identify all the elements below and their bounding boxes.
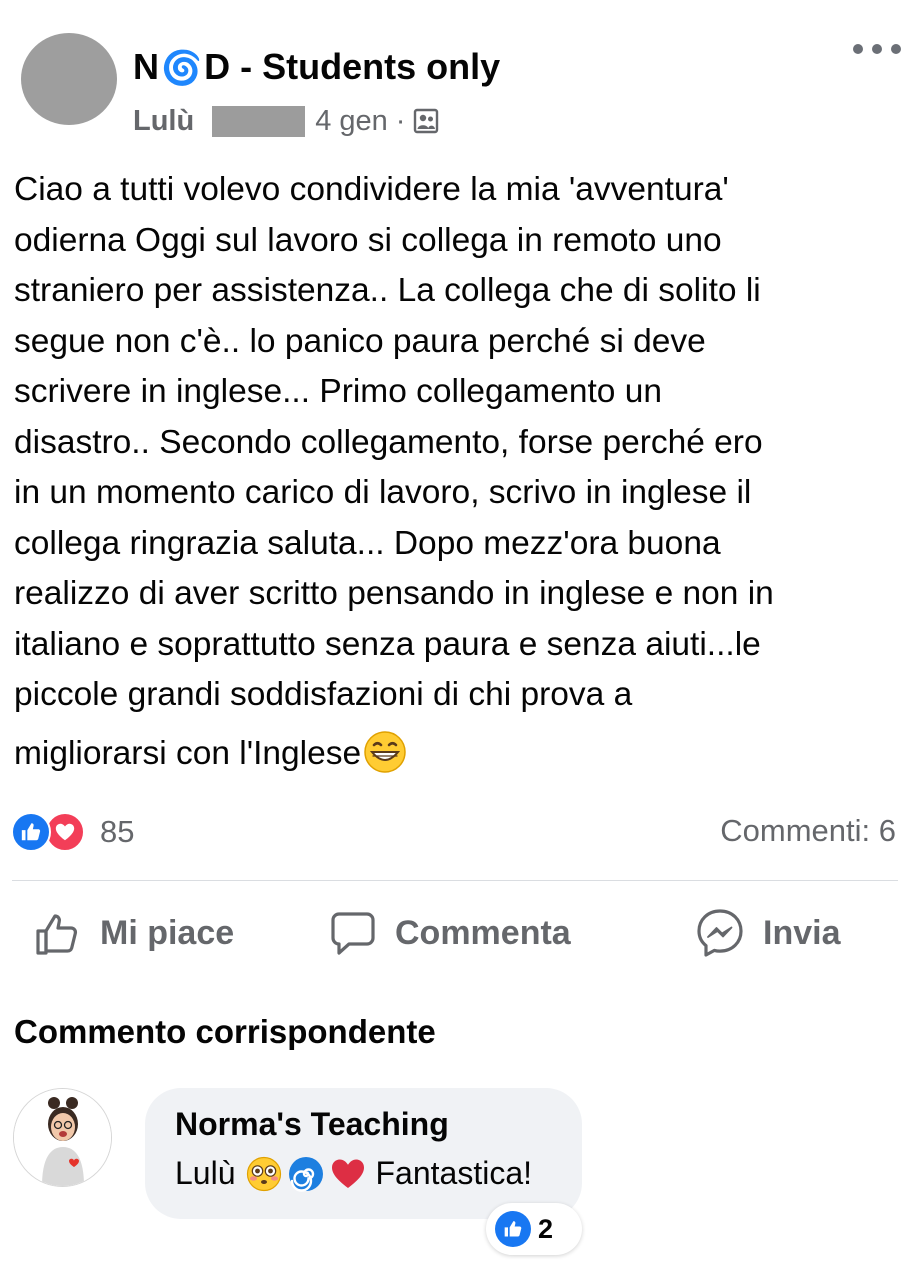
- reactions-summary[interactable]: 85: [11, 810, 134, 854]
- post-text-line: segue non c'è.. lo panico paura perché s…: [14, 322, 706, 360]
- spiral-emoji-icon: [288, 1156, 324, 1192]
- more-dot-icon: [891, 44, 901, 54]
- post-author[interactable]: Lulù: [133, 105, 194, 138]
- like-reaction-icon: [11, 812, 51, 852]
- post-text-last-line: migliorarsi con l'Inglese: [14, 729, 909, 780]
- reaction-count: 85: [100, 814, 135, 849]
- more-options-button[interactable]: [853, 34, 901, 64]
- commenter-avatar[interactable]: [13, 1088, 112, 1187]
- flushed-face-emoji-icon: [246, 1156, 282, 1192]
- speech-bubble-icon: [331, 912, 375, 955]
- post-text-line: disastro.. Secondo collegamento, forse p…: [14, 423, 763, 461]
- group-members-icon[interactable]: [413, 108, 439, 134]
- post-text: Ciao a tutti volevo condividere la mia '…: [14, 165, 909, 779]
- spiral-emoji-icon: 🌀: [161, 48, 203, 86]
- group-name[interactable]: N 🌀 D - Students only: [133, 46, 500, 88]
- like-reaction-icon: [495, 1211, 531, 1247]
- comment-text-start: Lulù: [175, 1155, 236, 1191]
- comment-button-label: Commenta: [395, 913, 571, 952]
- post-text-line: odierna Oggi sul lavoro si collega in re…: [14, 221, 722, 259]
- post-text-line: Ciao a tutti volevo condividere la mia '…: [14, 171, 729, 208]
- love-reaction-icon: [45, 812, 85, 852]
- thumbs-up-icon: [36, 914, 78, 955]
- comments-count-link[interactable]: Commenti: 6: [720, 813, 896, 849]
- post-text-line: scrivere in inglese... Primo collegament…: [14, 373, 662, 410]
- relevant-comment-heading[interactable]: Commento corrispondente: [14, 1013, 436, 1051]
- grinning-face-emoji-icon: [363, 730, 407, 774]
- post-meta: Lulù 4 gen ·: [133, 101, 439, 141]
- post-text-line: piccole grandi soddisfazioni di chi prov…: [14, 676, 633, 713]
- group-name-prefix: N: [133, 46, 159, 87]
- send-button[interactable]: Invia: [695, 905, 840, 961]
- post-text-line: straniero per assistenza.. La collega ch…: [14, 272, 761, 309]
- post-text-line: italiano e soprattutto senza paura e sen…: [14, 625, 761, 663]
- group-avatar[interactable]: [21, 33, 117, 125]
- post-text-line: collega ringrazia saluta... Dopo mezz'or…: [14, 524, 721, 562]
- post-text-line: realizzo di aver scritto pensando in ing…: [14, 575, 774, 612]
- comment-like-count: 2: [538, 1213, 554, 1244]
- meta-separator: ·: [395, 104, 406, 137]
- like-button-label: Mi piace: [100, 913, 235, 952]
- commenter-name[interactable]: Norma's Teaching: [175, 1106, 449, 1143]
- comment-like-badge[interactable]: 2: [486, 1203, 582, 1255]
- post-date[interactable]: 4 gen: [315, 105, 388, 138]
- like-button[interactable]: Mi piace: [34, 905, 234, 961]
- comment-button[interactable]: Commenta: [329, 905, 571, 961]
- redacted-name-block: [212, 105, 306, 137]
- send-button-label: Invia: [763, 913, 841, 952]
- post-text-last-line-text: migliorarsi con l'Inglese: [14, 734, 362, 772]
- red-heart-emoji-icon: [330, 1156, 366, 1192]
- more-dot-icon: [853, 44, 863, 54]
- divider: [12, 880, 898, 881]
- more-dot-icon: [872, 44, 882, 54]
- post-text-line: in un momento carico di lavoro, scrivo i…: [14, 474, 752, 511]
- comment-text-end: Fantastica!: [375, 1155, 533, 1191]
- group-name-suffix: D - Students only: [204, 46, 501, 87]
- comment-text: Lulù Fantastica!: [175, 1155, 532, 1192]
- messenger-icon: [697, 909, 743, 957]
